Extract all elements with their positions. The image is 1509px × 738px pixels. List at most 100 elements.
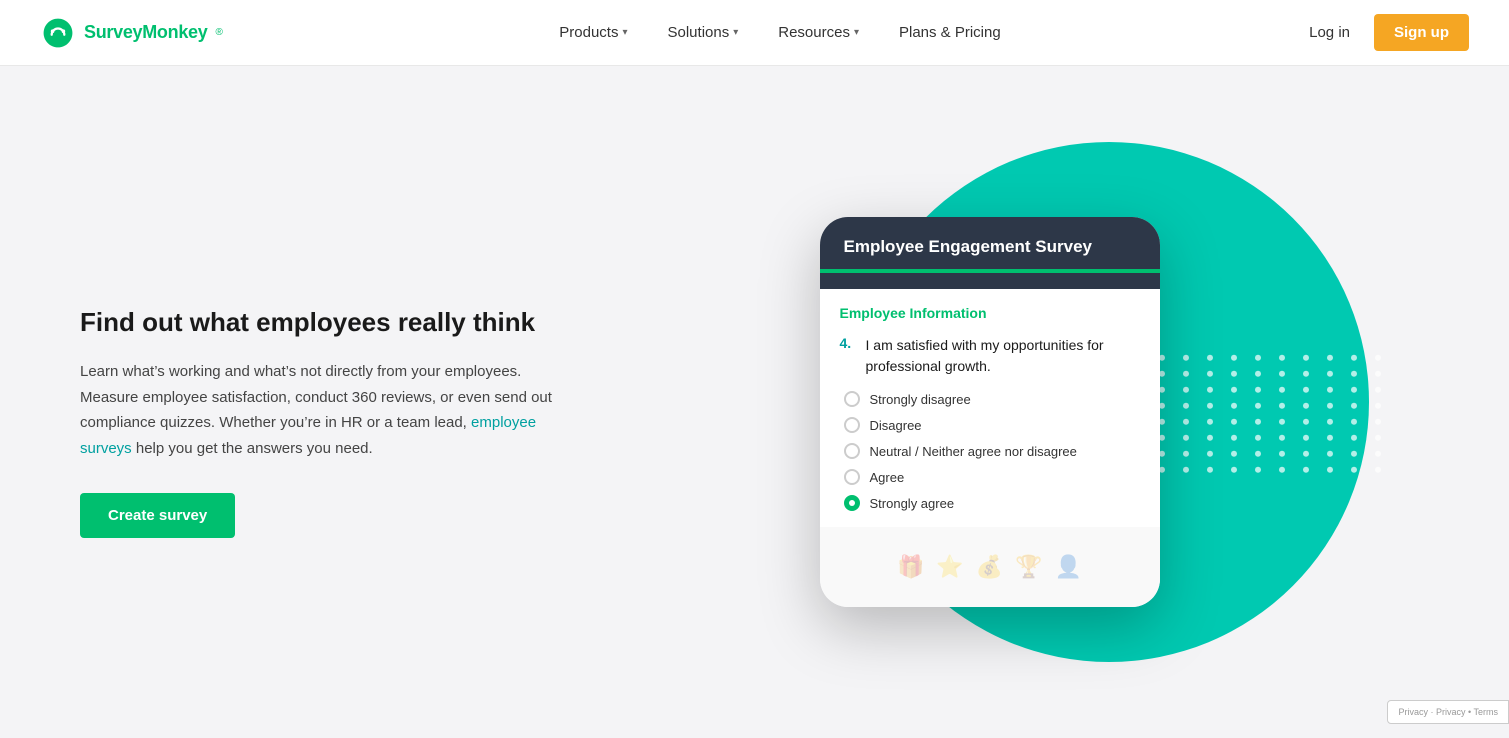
dot-decoration xyxy=(1327,387,1333,393)
signup-button[interactable]: Sign up xyxy=(1374,14,1469,51)
dot-decoration xyxy=(1183,355,1189,361)
question-row: 4. I am satisfied with my opportunities … xyxy=(840,335,1140,377)
hero-description: Learn what’s working and what’s not dire… xyxy=(80,359,580,461)
dot-decoration xyxy=(1303,387,1309,393)
dot-decoration xyxy=(1183,387,1189,393)
dot-decoration xyxy=(1159,387,1165,393)
dot-decoration xyxy=(1159,371,1165,377)
hero-section: Find out what employees really think Lea… xyxy=(0,66,1509,738)
dot-decoration xyxy=(1279,451,1285,457)
dot-decoration xyxy=(1207,435,1213,441)
dot-decoration xyxy=(1279,371,1285,377)
hero-content: Find out what employees really think Lea… xyxy=(80,266,580,539)
dot-decoration xyxy=(1183,371,1189,377)
dot-decoration xyxy=(1159,467,1165,473)
recaptcha-badge: Privacy · Privacy • Terms xyxy=(1387,700,1509,724)
products-chevron-icon: ▾ xyxy=(622,27,627,38)
dot-decoration xyxy=(1279,387,1285,393)
options-list: Strongly disagree Disagree Neutral / Nei… xyxy=(840,391,1140,511)
dot-decoration xyxy=(1327,403,1333,409)
dot-decoration xyxy=(1159,435,1165,441)
nav-links: Products ▾ Solutions ▾ Resources ▾ Plans… xyxy=(263,16,1297,49)
logo-tm: ® xyxy=(215,27,222,38)
dot-decoration xyxy=(1231,403,1237,409)
resources-chevron-icon: ▾ xyxy=(854,27,859,38)
option-agree[interactable]: Agree xyxy=(844,469,1140,485)
surveymonkey-logo-icon xyxy=(40,15,76,51)
radio-strongly-agree xyxy=(844,495,860,511)
dot-decoration xyxy=(1231,355,1237,361)
dot-decoration xyxy=(1207,419,1213,425)
dot-decoration xyxy=(1255,403,1261,409)
dot-decoration xyxy=(1351,451,1357,457)
hero-title: Find out what employees really think xyxy=(80,306,580,340)
dot-decoration xyxy=(1351,387,1357,393)
header-accent-bar xyxy=(820,269,1160,273)
dot-decoration xyxy=(1231,371,1237,377)
question-number: 4. xyxy=(840,335,858,377)
dot-decoration xyxy=(1351,371,1357,377)
nav-actions: Log in Sign up xyxy=(1297,14,1469,51)
option-disagree[interactable]: Disagree xyxy=(844,417,1140,433)
dot-decoration xyxy=(1327,419,1333,425)
dot-decoration xyxy=(1183,435,1189,441)
dot-pattern-decoration xyxy=(1159,355,1389,473)
dot-decoration xyxy=(1255,355,1261,361)
dot-decoration xyxy=(1159,355,1165,361)
dot-decoration xyxy=(1183,403,1189,409)
dot-decoration xyxy=(1255,467,1261,473)
dot-decoration xyxy=(1159,403,1165,409)
dot-decoration xyxy=(1351,435,1357,441)
dot-decoration xyxy=(1351,419,1357,425)
dot-decoration xyxy=(1207,387,1213,393)
dot-decoration xyxy=(1303,403,1309,409)
dot-decoration xyxy=(1327,451,1333,457)
dot-decoration xyxy=(1327,467,1333,473)
illustration-icons: 🎁⭐💰🏆👤 xyxy=(897,554,1082,580)
logo-link[interactable]: SurveyMonkey® xyxy=(40,15,223,51)
dot-decoration xyxy=(1375,467,1381,473)
dot-decoration xyxy=(1303,451,1309,457)
survey-title: Employee Engagement Survey xyxy=(844,237,1136,257)
dot-decoration xyxy=(1375,451,1381,457)
create-survey-button[interactable]: Create survey xyxy=(80,493,235,538)
dot-decoration xyxy=(1279,467,1285,473)
dot-decoration xyxy=(1303,435,1309,441)
option-strongly-agree[interactable]: Strongly agree xyxy=(844,495,1140,511)
dot-decoration xyxy=(1207,467,1213,473)
dot-decoration xyxy=(1231,435,1237,441)
dot-decoration xyxy=(1327,371,1333,377)
dot-decoration xyxy=(1231,451,1237,457)
dot-decoration xyxy=(1375,403,1381,409)
dot-decoration xyxy=(1207,403,1213,409)
option-neutral[interactable]: Neutral / Neither agree nor disagree xyxy=(844,443,1140,459)
nav-resources[interactable]: Resources ▾ xyxy=(762,16,875,49)
login-button[interactable]: Log in xyxy=(1297,16,1362,49)
question-text: I am satisfied with my opportunities for… xyxy=(866,335,1140,377)
dot-decoration xyxy=(1279,403,1285,409)
dot-decoration xyxy=(1351,355,1357,361)
dot-decoration xyxy=(1303,371,1309,377)
solutions-chevron-icon: ▾ xyxy=(733,27,738,38)
dot-decoration xyxy=(1279,419,1285,425)
dot-decoration xyxy=(1159,419,1165,425)
dot-decoration xyxy=(1375,371,1381,377)
dot-decoration xyxy=(1255,451,1261,457)
dot-decoration xyxy=(1375,419,1381,425)
navbar: SurveyMonkey® Products ▾ Solutions ▾ Res… xyxy=(0,0,1509,66)
dot-decoration xyxy=(1351,467,1357,473)
dot-decoration xyxy=(1183,467,1189,473)
dot-decoration xyxy=(1303,467,1309,473)
dot-decoration xyxy=(1255,371,1261,377)
nav-solutions[interactable]: Solutions ▾ xyxy=(652,16,755,49)
option-strongly-disagree[interactable]: Strongly disagree xyxy=(844,391,1140,407)
nav-products[interactable]: Products ▾ xyxy=(543,16,643,49)
dot-decoration xyxy=(1207,355,1213,361)
dot-decoration xyxy=(1303,355,1309,361)
dot-decoration xyxy=(1279,435,1285,441)
phone-header: Employee Engagement Survey xyxy=(820,217,1160,289)
dot-decoration xyxy=(1303,419,1309,425)
dot-decoration xyxy=(1231,419,1237,425)
dot-decoration xyxy=(1351,403,1357,409)
nav-pricing[interactable]: Plans & Pricing xyxy=(883,16,1017,49)
